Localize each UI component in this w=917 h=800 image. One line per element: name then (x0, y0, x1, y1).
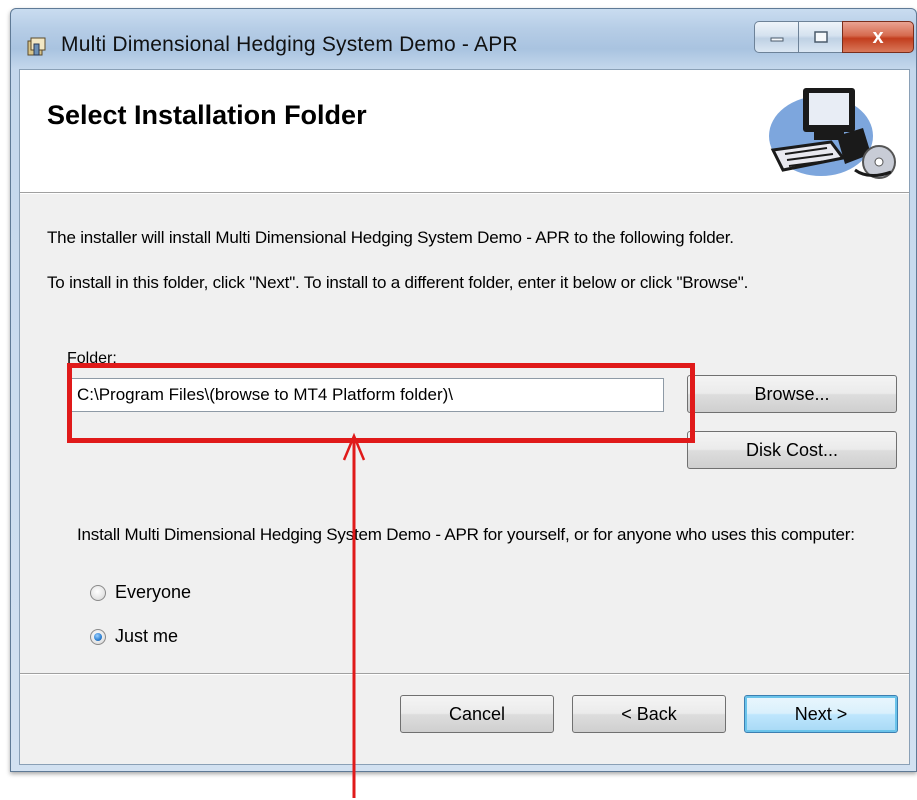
minimize-icon (770, 37, 783, 42)
annotation-arrow (342, 432, 366, 798)
maximize-icon (813, 31, 828, 43)
description-line-2: To install in this folder, click "Next".… (47, 273, 749, 292)
window-title: Multi Dimensional Hedging System Demo - … (61, 33, 518, 56)
radio-label-everyone: Everyone (115, 582, 192, 602)
computer-install-icon (769, 88, 896, 179)
dialog-client: Select Installation Folder The installer… (19, 69, 910, 765)
radio-label-just-me: Just me (115, 626, 179, 646)
radio-button-everyone[interactable] (90, 584, 106, 601)
back-button[interactable]: < Back (572, 695, 726, 733)
disk-cost-button[interactable]: Disk Cost... (687, 431, 897, 469)
installer-window: Multi Dimensional Hedging System Demo - … (10, 8, 917, 772)
radio-just-me[interactable]: Just me (90, 626, 178, 647)
description-line-1: The installer will install Multi Dimensi… (47, 228, 734, 247)
header-banner: Select Installation Folder (20, 70, 909, 193)
next-button[interactable]: Next > (744, 695, 898, 733)
installer-app-icon (27, 37, 46, 56)
folder-highlight-box (67, 363, 695, 443)
banner-divider (20, 193, 909, 194)
minimize-button[interactable] (754, 21, 798, 53)
close-icon: x (872, 25, 884, 48)
footer-divider-highlight (20, 674, 909, 675)
browse-button[interactable]: Browse... (687, 375, 897, 413)
install-for-text: Install Multi Dimensional Hedging System… (77, 525, 855, 544)
window-controls: x (754, 21, 914, 57)
page-title: Select Installation Folder (47, 100, 367, 130)
radio-everyone[interactable]: Everyone (90, 582, 191, 603)
cancel-button[interactable]: Cancel (400, 695, 554, 733)
radio-button-just-me[interactable] (90, 628, 106, 645)
close-button[interactable]: x (842, 21, 914, 53)
maximize-button[interactable] (798, 21, 842, 53)
